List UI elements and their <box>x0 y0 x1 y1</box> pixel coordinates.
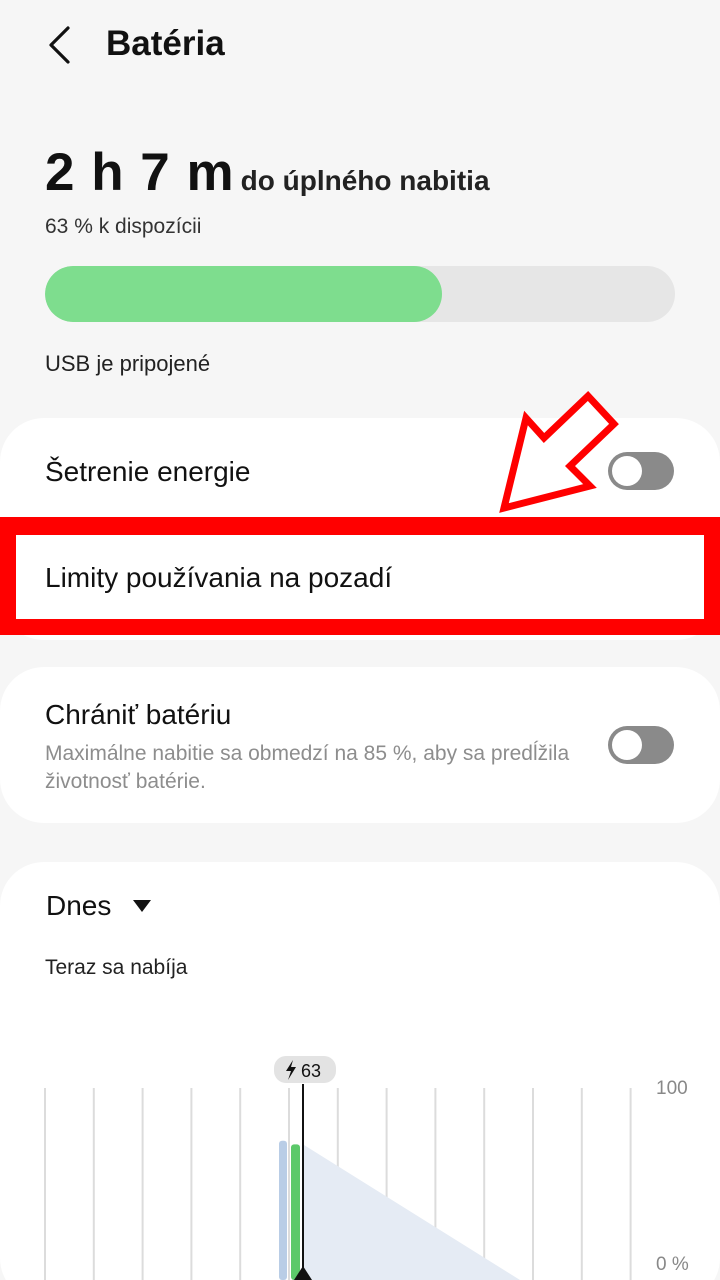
app-header: Batéria <box>0 0 720 92</box>
charging-status: Teraz sa nabíja <box>45 956 188 979</box>
power-saving-toggle[interactable] <box>608 452 674 490</box>
chart-history-bar <box>279 1140 287 1280</box>
chart-y-tick-min: 0 % <box>656 1254 689 1275</box>
battery-available-text: 63 % k dispozícii <box>45 215 202 238</box>
battery-level-bar <box>45 266 675 322</box>
chart-projection-area <box>303 1144 520 1280</box>
chart-current-value: 63 <box>301 1061 321 1081</box>
toggle-knob <box>612 730 642 760</box>
period-dropdown-label: Dnes <box>46 890 112 921</box>
usb-status: USB je pripojené <box>45 351 211 376</box>
protect-battery-description: Maximálne nabitie sa obmedzí na 85 %, ab… <box>45 742 570 793</box>
period-dropdown[interactable]: Dnes <box>46 890 152 922</box>
chart-current-bubble: 63 <box>274 1056 336 1083</box>
toggle-knob <box>612 456 642 486</box>
battery-usage-chart: 63 100 0 % <box>44 1056 689 1280</box>
charge-time-summary: 2 h 7 m do úplného nabitia <box>45 142 685 203</box>
protect-battery-toggle[interactable] <box>608 726 674 764</box>
chart-current-bar <box>291 1144 300 1280</box>
back-button[interactable] <box>36 20 86 70</box>
page-title: Batéria <box>106 24 225 63</box>
background-limits-item[interactable]: Limity používania na pozadí <box>0 535 720 635</box>
protect-battery-label: Chrániť batériu <box>45 699 232 730</box>
power-saving-label: Šetrenie energie <box>45 456 251 487</box>
background-limits-label: Limity používania na pozadí <box>45 562 393 593</box>
settings-card-power: Šetrenie energie Limity používania na po… <box>0 418 720 640</box>
chevron-left-icon <box>49 26 70 64</box>
caret-down-icon <box>133 900 152 912</box>
battery-level-fill <box>45 266 442 322</box>
chart-y-tick-max: 100 <box>656 1078 688 1099</box>
time-remaining: 2 h 7 m <box>45 143 235 202</box>
time-remaining-suffix: do úplného nabitia <box>240 165 490 196</box>
